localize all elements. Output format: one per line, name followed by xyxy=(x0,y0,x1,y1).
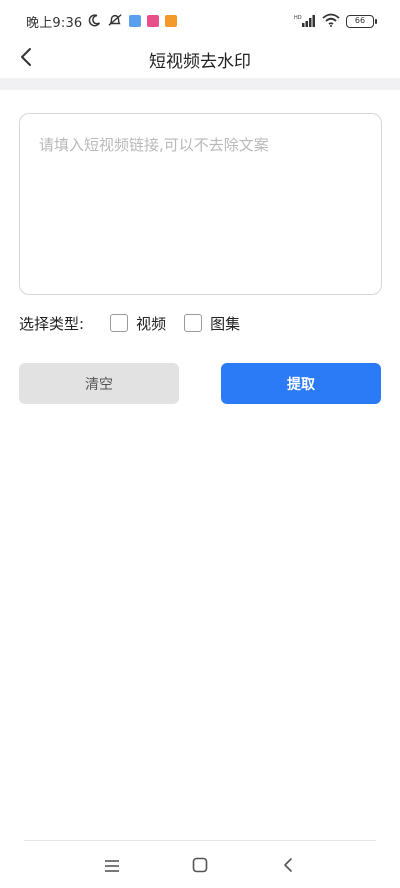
extract-button[interactable]: 提取 xyxy=(221,363,381,404)
home-icon xyxy=(192,857,208,877)
video-link-input[interactable] xyxy=(19,113,382,295)
muted-bell-icon xyxy=(107,12,123,31)
nav-menu-button[interactable] xyxy=(99,854,125,880)
svg-text:HD: HD xyxy=(294,15,302,21)
shop-app-icon xyxy=(165,15,178,27)
option-video-label: 视频 xyxy=(136,314,167,333)
signal-icon: HD xyxy=(294,12,316,31)
battery-indicator: 66 xyxy=(346,14,377,28)
status-left: 晚上9:36 xyxy=(26,11,178,31)
header-divider xyxy=(0,78,400,90)
nav-divider xyxy=(24,840,376,841)
photo-app-icon xyxy=(147,15,160,27)
moon-icon xyxy=(88,12,101,31)
clear-button[interactable]: 清空 xyxy=(19,363,179,404)
system-nav-bar xyxy=(0,848,400,884)
page-title: 短视频去水印 xyxy=(149,52,251,72)
app-header: 短视频去水印 xyxy=(0,40,400,78)
option-gallery-label: 图集 xyxy=(210,314,241,333)
status-time: 晚上9:36 xyxy=(26,15,83,31)
wifi-icon xyxy=(322,12,340,31)
nav-home-button[interactable] xyxy=(187,854,213,880)
option-video[interactable]: 视频 xyxy=(110,313,166,334)
status-bar: 晚上9:36 HD 66 xyxy=(0,0,400,40)
back-icon xyxy=(283,857,293,877)
status-right: HD 66 xyxy=(294,11,377,31)
type-selector-label: 选择类型: xyxy=(19,314,85,333)
gallery-checkbox[interactable] xyxy=(184,314,203,332)
video-checkbox[interactable] xyxy=(110,314,129,332)
option-gallery[interactable]: 图集 xyxy=(184,313,240,334)
type-selector: 选择类型: 视频 图集 xyxy=(19,312,258,334)
menu-icon xyxy=(104,858,120,877)
nav-back-button[interactable] xyxy=(275,854,301,880)
download-app-icon xyxy=(129,15,142,27)
